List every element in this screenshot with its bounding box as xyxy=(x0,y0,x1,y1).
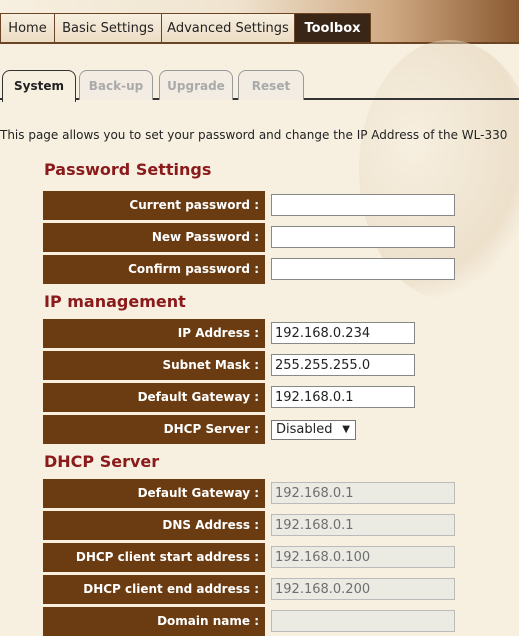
tab-upgrade[interactable]: Upgrade xyxy=(159,70,233,100)
dhcp-gateway-label: Default Gateway : xyxy=(43,479,265,508)
dhcp-start-label: DHCP client start address : xyxy=(43,543,265,572)
domain-name-input[interactable] xyxy=(271,610,455,632)
dhcp-server-title: DHCP Server xyxy=(44,452,160,471)
ip-address-label: IP Address : xyxy=(43,319,265,348)
ip-management-title: IP management xyxy=(44,292,186,311)
new-password-row: New Password : xyxy=(43,223,473,252)
dns-address-input[interactable] xyxy=(271,514,455,536)
sub-tabs: System Back-up Upgrade Reset xyxy=(0,70,519,102)
subnet-mask-row: Subnet Mask : xyxy=(43,351,473,380)
page-description: This page allows you to set your passwor… xyxy=(0,128,508,142)
nav-advanced-settings[interactable]: Advanced Settings xyxy=(162,13,295,42)
nav-basic-settings[interactable]: Basic Settings xyxy=(55,13,162,42)
new-password-input[interactable] xyxy=(271,226,455,248)
confirm-password-row: Confirm password : xyxy=(43,255,473,284)
domain-name-row: Domain name : xyxy=(43,607,473,636)
ip-address-row: IP Address : xyxy=(43,319,473,348)
tab-back-up[interactable]: Back-up xyxy=(79,70,153,100)
default-gateway-input[interactable] xyxy=(271,386,415,408)
dns-address-label: DNS Address : xyxy=(43,511,265,540)
dhcp-server-row: DHCP Server : Disabled ▼ xyxy=(43,415,473,444)
current-password-label: Current password : xyxy=(43,191,265,220)
confirm-password-label: Confirm password : xyxy=(43,255,265,284)
nav-toolbox[interactable]: Toolbox xyxy=(295,13,371,42)
dhcp-gateway-input[interactable] xyxy=(271,482,455,504)
tab-system[interactable]: System xyxy=(2,70,76,102)
tab-reset[interactable]: Reset xyxy=(238,70,304,100)
subnet-mask-input[interactable] xyxy=(271,354,415,376)
subnet-mask-label: Subnet Mask : xyxy=(43,351,265,380)
dhcp-end-input[interactable] xyxy=(271,578,455,600)
current-password-row: Current password : xyxy=(43,191,473,220)
new-password-label: New Password : xyxy=(43,223,265,252)
nav-home[interactable]: Home xyxy=(0,13,55,42)
domain-name-label: Domain name : xyxy=(43,607,265,636)
top-nav: Home Basic Settings Advanced Settings To… xyxy=(0,0,519,44)
ip-address-input[interactable] xyxy=(271,322,415,344)
dhcp-end-label: DHCP client end address : xyxy=(43,575,265,604)
dhcp-end-row: DHCP client end address : xyxy=(43,575,473,604)
dhcp-start-row: DHCP client start address : xyxy=(43,543,473,572)
default-gateway-row: Default Gateway : xyxy=(43,383,473,412)
default-gateway-label: Default Gateway : xyxy=(43,383,265,412)
dhcp-server-label: DHCP Server : xyxy=(43,415,265,444)
confirm-password-input[interactable] xyxy=(271,258,455,280)
dns-address-row: DNS Address : xyxy=(43,511,473,540)
dhcp-start-input[interactable] xyxy=(271,546,455,568)
dhcp-server-select[interactable]: Disabled ▼ xyxy=(271,420,356,440)
dhcp-server-select-value: Disabled xyxy=(276,422,333,437)
current-password-input[interactable] xyxy=(271,194,455,216)
password-settings-title: Password Settings xyxy=(44,160,212,179)
dhcp-gateway-row: Default Gateway : xyxy=(43,479,473,508)
chevron-down-icon: ▼ xyxy=(342,424,350,435)
